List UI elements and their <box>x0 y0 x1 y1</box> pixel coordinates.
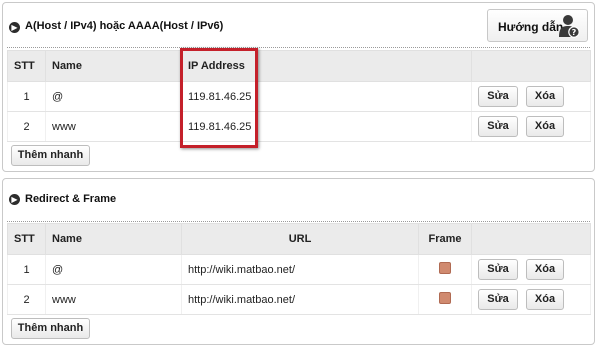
row-actions: Sửa Xóa <box>471 111 591 142</box>
table-header-row: STT Name IP Address <box>7 50 591 82</box>
redirect-frame-panel: ▶ Redirect & Frame STT Name URL Frame 1 … <box>2 178 595 345</box>
table-row: 2 www http://wiki.matbao.net/ Sửa Xóa <box>7 284 591 315</box>
a-record-panel: ▶ A(Host / IPv4) hoặc AAAA(Host / IPv6) … <box>2 2 595 172</box>
delete-button[interactable]: Xóa <box>526 116 564 137</box>
svg-text:?: ? <box>572 28 577 37</box>
delete-button[interactable]: Xóa <box>526 259 564 280</box>
column-header-actions <box>471 223 591 255</box>
row-ip-address: 119.81.46.25 <box>181 111 472 142</box>
row-name: www <box>45 111 182 142</box>
redirect-frame-title: Redirect & Frame <box>25 193 117 205</box>
column-header-actions <box>471 50 591 82</box>
frame-indicator-icon <box>439 262 451 274</box>
edit-button[interactable]: Sửa <box>478 116 518 137</box>
column-header-name: Name <box>45 50 182 82</box>
quick-add-button[interactable]: Thêm nhanh <box>11 318 90 339</box>
column-header-ip-address: IP Address <box>181 50 472 82</box>
table-row: 1 @ 119.81.46.25 Sửa Xóa <box>7 81 591 112</box>
frame-indicator-icon <box>439 292 451 304</box>
play-circle-icon: ▶ <box>9 194 20 205</box>
row-stt: 2 <box>7 111 46 142</box>
column-header-stt: STT <box>7 223 46 255</box>
row-frame <box>418 254 472 285</box>
row-url: http://wiki.matbao.net/ <box>181 254 419 285</box>
a-record-table: STT Name IP Address 1 @ 119.81.46.25 Sửa… <box>7 50 591 142</box>
row-actions: Sửa Xóa <box>471 81 591 112</box>
column-header-name: Name <box>45 223 182 255</box>
guide-button-label: Hướng dẫn <box>498 20 564 34</box>
column-header-frame: Frame <box>418 223 472 255</box>
play-circle-icon: ▶ <box>9 22 20 33</box>
delete-button[interactable]: Xóa <box>526 289 564 310</box>
row-stt: 2 <box>7 284 46 315</box>
row-ip-address: 119.81.46.25 <box>181 81 472 112</box>
row-name: www <box>45 284 182 315</box>
row-stt: 1 <box>7 81 46 112</box>
guide-button[interactable]: Hướng dẫn ? <box>487 9 588 42</box>
edit-button[interactable]: Sửa <box>478 289 518 310</box>
a-record-title: A(Host / IPv4) hoặc AAAA(Host / IPv6) <box>25 20 224 32</box>
quick-add-button[interactable]: Thêm nhanh <box>11 145 90 166</box>
edit-button[interactable]: Sửa <box>478 86 518 107</box>
table-row: 2 www 119.81.46.25 Sửa Xóa <box>7 111 591 142</box>
a-record-header: ▶ A(Host / IPv4) hoặc AAAA(Host / IPv6) … <box>7 3 590 48</box>
row-actions: Sửa Xóa <box>471 254 591 285</box>
row-actions: Sửa Xóa <box>471 284 591 315</box>
row-stt: 1 <box>7 254 46 285</box>
table-header-row: STT Name URL Frame <box>7 223 591 255</box>
column-header-url: URL <box>181 223 419 255</box>
row-url: http://wiki.matbao.net/ <box>181 284 419 315</box>
row-frame <box>418 284 472 315</box>
edit-button[interactable]: Sửa <box>478 259 518 280</box>
table-row: 1 @ http://wiki.matbao.net/ Sửa Xóa <box>7 254 591 285</box>
user-help-icon: ? <box>559 15 580 38</box>
row-name: @ <box>45 254 182 285</box>
row-name: @ <box>45 81 182 112</box>
redirect-frame-header: ▶ Redirect & Frame <box>7 179 590 222</box>
redirect-frame-table: STT Name URL Frame 1 @ http://wiki.matba… <box>7 223 591 315</box>
delete-button[interactable]: Xóa <box>526 86 564 107</box>
column-header-stt: STT <box>7 50 46 82</box>
